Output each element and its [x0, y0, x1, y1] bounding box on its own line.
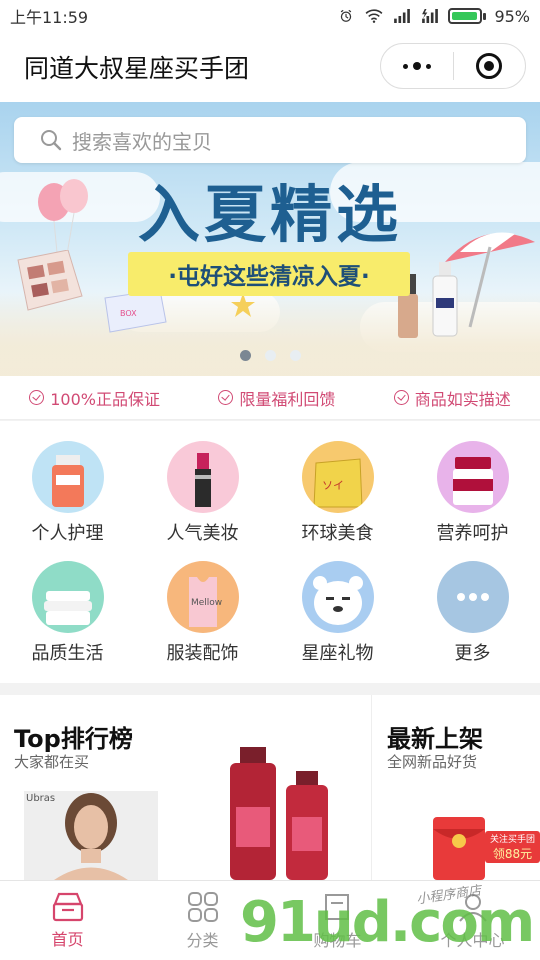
category-makeup[interactable]: 人气美妆 — [135, 441, 270, 561]
alarm-icon — [341, 9, 352, 22]
banner-pager — [0, 350, 540, 361]
pager-dot[interactable] — [239, 350, 251, 361]
ranking-section: Top排行榜 大家都在买 Ubras 最新上架 全网新品好货 关注买手团 领88… — [0, 695, 540, 880]
promo-line1: 关注买手团 — [489, 835, 535, 845]
category-label: 营养呵护 — [436, 523, 509, 544]
bottom-tab-bar: 首页 分类 购物车 个人中心 — [0, 880, 540, 960]
top-ranking-title: Top排行榜 — [14, 725, 133, 753]
search-placeholder: 搜索喜欢的宝贝 — [72, 129, 212, 154]
battery-percent: 95% — [494, 6, 530, 26]
eyeshadow-palette-decoration — [17, 250, 83, 311]
wifi-icon — [366, 9, 383, 23]
category-gift[interactable]: 星座礼物 — [270, 561, 405, 681]
top-ranking-product-image: Ubras — [24, 791, 158, 880]
new-arrivals-title: 最新上架 — [387, 725, 483, 753]
guarantee-label: 100%正品保证 — [50, 389, 160, 409]
lifestyle-icon — [31, 561, 104, 633]
tab-label: 个人中心 — [440, 930, 505, 950]
close-miniprogram-button[interactable] — [454, 44, 526, 88]
category-label: 环球美食 — [301, 523, 374, 544]
status-bar: 上午11:59 95% — [0, 0, 540, 32]
guarantee-item: 100%正品保证 — [29, 386, 160, 410]
category-label: 更多 — [454, 643, 491, 664]
cart-icon — [324, 893, 349, 920]
category-food[interactable]: ソイ 环球美食 — [270, 441, 405, 561]
red-envelope-icon — [433, 817, 485, 880]
page-title: 同道大叔星座买手团 — [24, 54, 250, 83]
nutrition-icon — [436, 441, 509, 513]
guarantee-item: 限量福利回馈 — [218, 386, 335, 410]
makeup-icon — [166, 441, 239, 513]
category-grid: 个人护理 人气美妆 ソイ 环球美食 营养呵护 品质生活 Mellow 服装配饰 — [0, 421, 540, 683]
guarantee-label: 商品如实描述 — [414, 389, 511, 409]
check-circle-icon — [393, 390, 409, 405]
more-menu-button[interactable] — [381, 44, 453, 88]
tab-label: 购物车 — [313, 930, 362, 950]
home-icon — [52, 892, 83, 921]
pager-dot[interactable] — [264, 350, 276, 361]
category-more[interactable]: 更多 — [405, 561, 540, 681]
promo-line2: 领88元 — [492, 847, 533, 861]
svg-text:Mellow: Mellow — [191, 598, 222, 608]
tab-cart[interactable]: 购物车 — [270, 881, 405, 960]
tab-category[interactable]: 分类 — [135, 881, 270, 960]
category-label: 个人护理 — [31, 523, 104, 544]
category-personal-care[interactable]: 个人护理 — [0, 441, 135, 561]
clothing-icon: Mellow — [166, 561, 239, 633]
category-nutrition[interactable]: 营养呵护 — [405, 441, 540, 561]
follow-promo-badge[interactable]: 关注买手团 领88元 — [485, 831, 540, 863]
category-clothing[interactable]: Mellow 服装配饰 — [135, 561, 270, 681]
signal-icon — [394, 9, 411, 23]
sunscreen-bottle-decoration — [432, 262, 458, 337]
guarantee-label: 限量福利回馈 — [239, 389, 336, 409]
top-ranking-card[interactable]: Top排行榜 大家都在买 Ubras — [0, 695, 372, 880]
new-arrivals-card[interactable]: 最新上架 全网新品好货 关注买手团 领88元 — [373, 695, 540, 880]
battery-icon — [448, 8, 487, 24]
category-label: 品质生活 — [31, 643, 104, 664]
svg-text:BOX: BOX — [120, 309, 137, 318]
tab-home[interactable]: 首页 — [0, 881, 135, 960]
tab-profile[interactable]: 个人中心 — [405, 881, 540, 960]
check-circle-icon — [29, 390, 45, 405]
status-time: 上午11:59 — [10, 8, 89, 27]
signal-charging-icon — [422, 9, 439, 23]
guarantee-item: 商品如实描述 — [393, 386, 511, 410]
category-label: 人气美妆 — [166, 523, 239, 544]
pager-dot[interactable] — [289, 350, 301, 361]
new-arrivals-subtitle: 全网新品好货 — [387, 753, 478, 771]
status-icons: 95% — [336, 7, 530, 26]
more-dots-icon — [402, 62, 431, 70]
promo-banner[interactable]: BOX 搜索喜欢的宝贝 入夏精选 ·屯好这些清凉入夏· — [0, 102, 540, 376]
search-bar[interactable]: 搜索喜欢的宝贝 — [14, 117, 526, 163]
guarantee-strip: 100%正品保证 限量福利回馈 商品如实描述 — [0, 376, 540, 420]
title-bar: 同道大叔星座买手团 — [0, 32, 540, 102]
tab-label: 首页 — [51, 929, 84, 949]
miniprogram-capsule — [380, 43, 526, 89]
category-icon — [187, 891, 218, 922]
tab-label: 分类 — [186, 930, 219, 950]
serum-bottles-image — [230, 747, 328, 880]
svg-text:ソイ: ソイ — [322, 479, 344, 492]
category-label: 服装配饰 — [166, 643, 239, 664]
category-lifestyle[interactable]: 品质生活 — [0, 561, 135, 681]
close-target-icon — [476, 53, 503, 79]
profile-icon — [458, 893, 487, 922]
category-label: 星座礼物 — [301, 643, 374, 664]
gift-icon — [301, 561, 374, 633]
food-icon: ソイ — [301, 441, 374, 513]
search-icon — [41, 130, 62, 151]
banner-subtitle: ·屯好这些清凉入夏· — [128, 252, 410, 296]
top-ranking-subtitle: 大家都在买 — [14, 753, 90, 771]
check-circle-icon — [218, 390, 234, 405]
banner-title: 入夏精选 — [137, 178, 402, 251]
personal-care-icon — [31, 441, 104, 513]
more-icon — [436, 561, 509, 633]
